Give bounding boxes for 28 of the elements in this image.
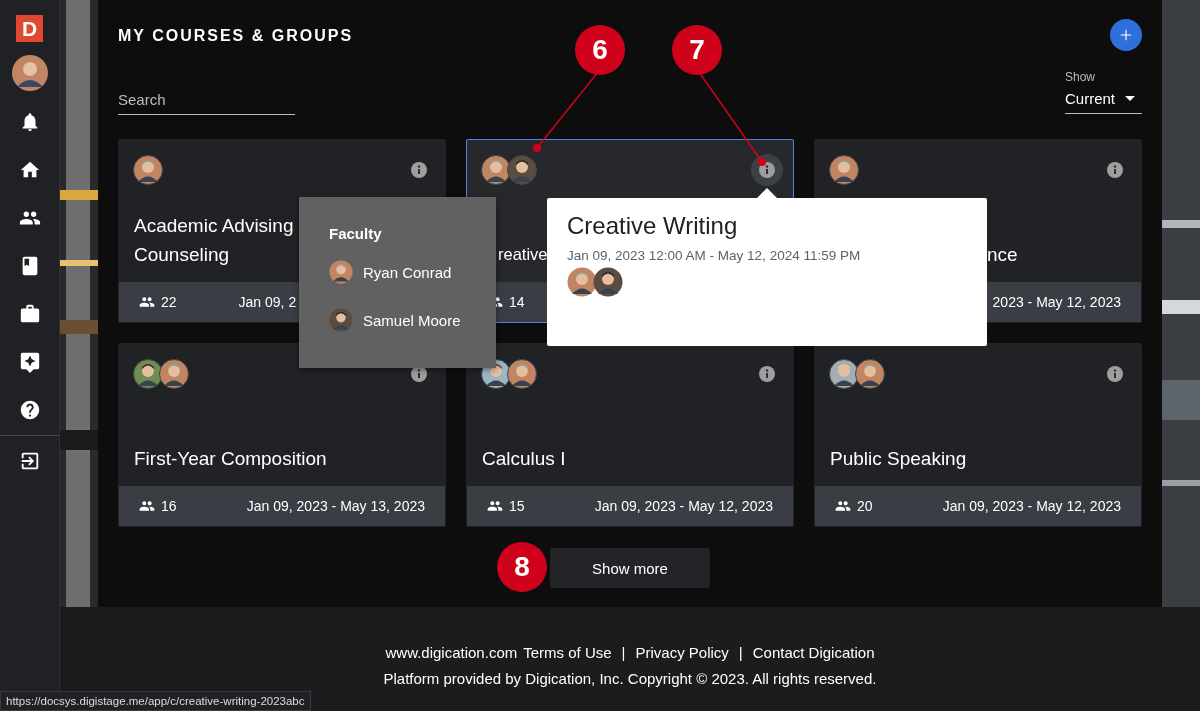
- course-title: Academic Advising Counseling: [134, 214, 295, 267]
- callout-badge: 6: [575, 25, 625, 75]
- course-dates: Jan 09, 2023 - May 13, 2023: [246, 498, 425, 514]
- copyright-text: Platform provided by Digication, Inc. Copyright © 2023. All rights reserved.: [383, 670, 877, 687]
- page-title: MY COURSES & GROUPS: [118, 27, 354, 45]
- separator: |: [621, 644, 626, 661]
- course-title: Public Speaking: [830, 447, 967, 471]
- tooltip-dates: Jan 09, 2023 12:00 AM - May 12, 2024 11:59 PM: [567, 248, 862, 263]
- faculty-heading: Faculty: [329, 225, 383, 242]
- course-dates: Jan 09, 2: [238, 294, 297, 310]
- course-dates: Jan 09, 2023 - May 12, 2023: [942, 498, 1121, 514]
- member-count: 14: [509, 294, 525, 310]
- show-label: Show: [1065, 70, 1097, 84]
- status-url: https://docsys.digistage.me/app/c/creative-writing-2023abc: [0, 691, 311, 711]
- course-title: reative: [498, 244, 548, 265]
- member-count: 20: [857, 498, 873, 514]
- member-count: 15: [509, 498, 525, 514]
- tooltip-title: Creative Writing: [567, 212, 739, 240]
- callout-badge: 7: [672, 25, 722, 75]
- member-count: 16: [161, 498, 177, 514]
- callout-badge: 8: [497, 542, 547, 592]
- course-dates: 2023 - May 12, 2023: [992, 294, 1121, 310]
- course-title: First-Year Composition: [134, 447, 327, 471]
- member-count: 22: [161, 294, 177, 310]
- course-title: Calculus I: [482, 447, 566, 471]
- course-dates: Jan 09, 2023 - May 12, 2023: [594, 498, 773, 514]
- course-title: nce: [987, 243, 1018, 267]
- separator: |: [738, 644, 743, 661]
